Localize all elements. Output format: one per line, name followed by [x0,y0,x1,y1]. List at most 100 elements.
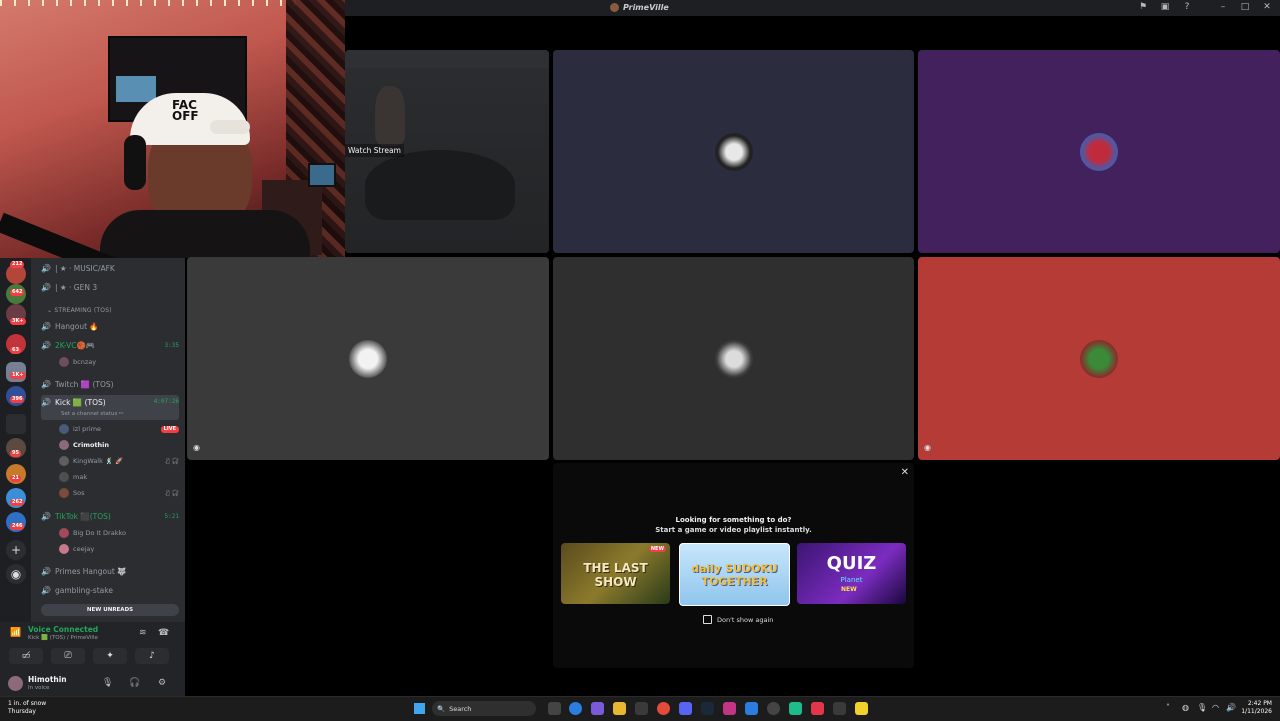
camera-button[interactable]: ▭̸ [9,648,43,664]
avatar [59,357,69,367]
close-icon[interactable]: ✕ [901,467,909,478]
copilot-icon[interactable] [591,702,604,715]
discover-icon[interactable]: ◉ [6,564,26,584]
speaker-icon: 🔊 [41,340,51,350]
voice-user[interactable]: bcnzay [59,355,179,369]
mention-badge: 95 [10,450,21,457]
windows-start-icon[interactable] [414,703,425,714]
voice-channel-primes-hangout[interactable]: 🔊 Primes Hangout 🐺 [41,563,179,579]
volume-icon[interactable]: 🔊 [1226,703,1236,712]
activities-button[interactable]: ✦ [93,648,127,664]
sticky-notes-icon[interactable] [855,702,868,715]
network-icon[interactable]: ◍ [1182,703,1189,712]
screen-share-button[interactable]: ⎚ [51,648,85,664]
folder-icon[interactable] [6,414,26,434]
steam-icon[interactable] [701,702,714,715]
inbox-icon[interactable]: ▣ [1160,2,1170,12]
signal-icon[interactable]: 📶 [10,628,21,638]
voice-user[interactable]: Sos 🎙̸ 🎧̸ [59,486,179,500]
checkbox[interactable] [703,615,712,624]
wifi-icon[interactable]: ◠ [1212,703,1219,712]
noise-suppression-icon[interactable]: ≋ [139,628,147,638]
soundboard-button[interactable]: ♪ [135,648,169,664]
instagram-icon[interactable] [723,702,736,715]
clock[interactable]: 2:42 PM 1/11/2026 [1241,700,1272,716]
disconnect-icon[interactable]: ☎ [158,628,169,638]
file-explorer-icon[interactable] [613,702,626,715]
voice-channel-gambling[interactable]: 🔊 gambling-stake [41,582,179,598]
muted-deafened-icon: 🎙̸ 🎧̸ [166,457,179,465]
taskbar-search[interactable]: 🔍 Search [432,701,536,716]
avatar [1080,339,1118,378]
new-unreads-button[interactable]: NEW UNREADS [41,604,179,616]
edge-icon[interactable] [569,702,582,715]
gear-icon[interactable]: ⚙ [158,678,166,688]
voice-user-name: bcnzay [73,358,97,366]
voice-user[interactable]: KingWalk 🕺 🚀 🎙̸ 🎧̸ [59,454,179,468]
microphone-icon[interactable]: 🎙 [102,678,113,688]
game-card-sudoku[interactable]: daily SUDOKU TOGETHER [679,543,790,606]
tiktok-icon[interactable] [811,702,824,715]
avatar [59,440,69,450]
discord-icon[interactable] [679,702,692,715]
close-window-icon[interactable]: ✕ [1262,2,1272,12]
voice-channel-music-afk[interactable]: 🔊 | ★ · MUSIC/AFK [41,260,179,276]
mention-badge: 642 [10,289,25,296]
channel-label: Twitch 🟪 (TOS) [55,379,114,389]
title-bar: PrimeVille ⚑ ▣ ? – □ ✕ [345,0,1280,16]
voice-user[interactable]: Crimothin [59,438,179,452]
stream-tile[interactable]: Watch Stream [345,50,549,253]
voice-channel-2k[interactable]: 🔊 2K-VC🏀🎮 3:35 [41,337,179,353]
user-name[interactable]: Himothin [28,675,67,684]
participant-tile[interactable] [918,50,1280,253]
voice-channel-hangout[interactable]: 🔊 Hangout 🔥 [41,318,179,334]
voice-user[interactable]: ceejay [59,542,179,556]
voice-location[interactable]: Kick 🟩 (TOS) / PrimeVille [28,635,98,641]
voice-channel-twitch[interactable]: 🔊 Twitch 🟪 (TOS) [41,376,179,392]
flag-icon[interactable]: ⚑ [1138,2,1148,12]
voice-user[interactable]: mak [59,470,179,484]
activity-shelf: ✕ Looking for something to do? Start a g… [553,463,914,668]
dont-show-again[interactable]: Don't show again [703,615,773,624]
avatar [59,488,69,498]
avatar [349,339,387,378]
store-icon[interactable] [635,702,648,715]
channel-status-prompt[interactable]: Set a channel status ✏ [61,411,124,417]
avatar [59,544,69,554]
chrome-icon[interactable] [657,702,670,715]
participant-tile[interactable] [553,257,914,460]
chevron-up-icon[interactable]: ˄ [1166,703,1170,712]
avatar [1080,132,1118,171]
mention-badge: 3K+ [10,318,26,325]
voice-channel-tiktok[interactable]: 🔊 TikTok ⬛(TOS) 5:21 [41,508,179,524]
category-streaming[interactable]: ⌄ STREAMING (TOS) [47,307,112,314]
voice-channel-gen3[interactable]: 🔊 | ★ · GEN 3 [41,279,179,295]
voice-status[interactable]: Voice Connected [28,625,98,634]
headphones-icon[interactable]: 🎧 [129,678,140,688]
avatar[interactable] [8,676,23,691]
help-icon[interactable]: ? [1182,2,1192,12]
search-icon: 🔍 [437,704,446,713]
minimize-icon[interactable]: – [1218,2,1228,12]
dont-show-label: Don't show again [717,615,774,624]
voice-user[interactable]: Big Do It Drakko [59,526,179,540]
voice-user[interactable]: izl prime LIVE [59,422,179,436]
game-card-last-show[interactable]: NEW THE LAST SHOW [561,543,670,604]
channel-list: 🔊 | ★ · MUSIC/AFK 🔊 | ★ · GEN 3 ⌄ STREAM… [31,258,185,622]
add-server-icon[interactable]: + [6,540,26,560]
settings-icon[interactable] [767,702,780,715]
game-card-quiz-planet[interactable]: QUIZ Planet NEW [797,543,906,604]
maximize-icon[interactable]: □ [1240,2,1250,12]
weather-widget[interactable]: 1 in. of snow Thursday [8,700,46,716]
participant-tile[interactable]: ◉ [918,257,1280,460]
app-icon[interactable] [745,702,758,715]
participant-tile[interactable]: ◉ [187,257,549,460]
app-icon[interactable] [833,702,846,715]
watch-stream-button[interactable]: Watch Stream [345,144,404,157]
participant-tile[interactable] [553,50,914,253]
channel-label: | ★ · MUSIC/AFK [55,263,115,273]
app-icon[interactable] [789,702,802,715]
voice-user-name: ceejay [73,545,95,553]
microphone-icon[interactable]: 🎙 [1197,703,1207,712]
task-view-icon[interactable] [548,702,561,715]
